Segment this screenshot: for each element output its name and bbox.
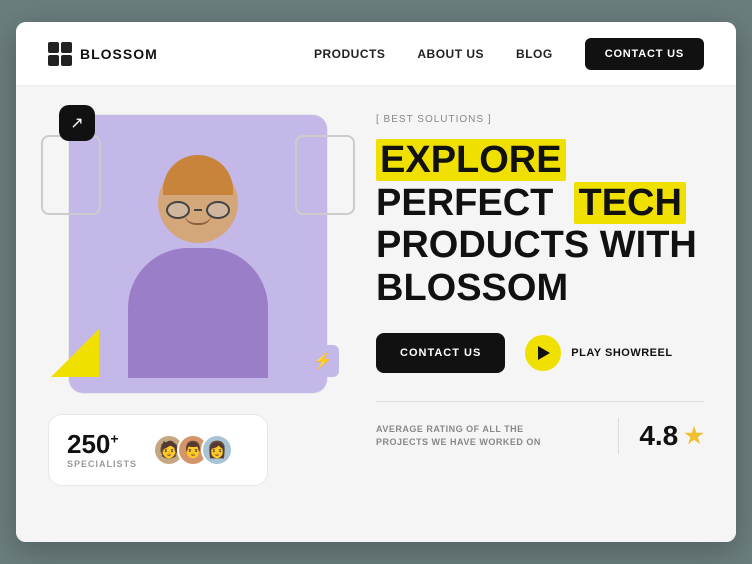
- arrow-icon: ↗: [70, 113, 83, 133]
- card-outline-right: [295, 135, 355, 215]
- hero-card-inner: [69, 115, 327, 393]
- logo-icon: [48, 42, 72, 66]
- hero-cta-button[interactable]: CONTACT US: [376, 333, 505, 373]
- person-head: [158, 163, 238, 243]
- person-hair: [163, 155, 233, 195]
- hero-card: ↗: [68, 114, 328, 394]
- play-circle[interactable]: [525, 335, 561, 371]
- headline-explore: EXPLORE: [376, 139, 566, 181]
- headline-perfect: PERFECT: [376, 182, 553, 224]
- arrow-button[interactable]: ↗: [59, 105, 95, 141]
- play-button-area[interactable]: PLAY SHOWREEL: [525, 335, 672, 371]
- headline-blossom: BLOSSOM: [376, 267, 568, 309]
- main-content: ↗: [16, 86, 736, 542]
- browser-window: BLOSSOM PRODUCTS ABOUT US BLOG CONTACT U…: [16, 22, 736, 542]
- logo-area: BLOSSOM: [48, 42, 158, 66]
- rating-value: 4.8 ★: [639, 420, 704, 452]
- nav-products[interactable]: PRODUCTS: [314, 47, 385, 61]
- divider-line: [376, 401, 704, 402]
- avatar-face-3: 👩: [203, 436, 231, 464]
- nav-about[interactable]: ABOUT US: [417, 47, 484, 61]
- navbar: BLOSSOM PRODUCTS ABOUT US BLOG CONTACT U…: [16, 22, 736, 86]
- rating-row: AVERAGE RATING OF ALL THE PROJECTS WE HA…: [376, 418, 704, 454]
- nav-links: PRODUCTS ABOUT US BLOG: [314, 47, 553, 61]
- person-figure: [108, 133, 288, 393]
- flash-badge: ⚡: [307, 345, 339, 377]
- tagline: [ BEST SOLUTIONS ]: [376, 114, 704, 125]
- headline-tech: TECH: [574, 182, 685, 224]
- headline-products: PRODUCTS WITH: [376, 224, 697, 266]
- rating-divider: [618, 418, 619, 454]
- flash-icon: ⚡: [313, 351, 333, 371]
- logo-text: BLOSSOM: [80, 46, 158, 62]
- nav-blog[interactable]: BLOG: [516, 47, 553, 61]
- stats-text: 250+ SPECIALISTS: [67, 431, 137, 469]
- avatar-group: 🧑 👨 👩: [153, 434, 233, 466]
- card-outline-left: [41, 135, 101, 215]
- stats-card: 250+ SPECIALISTS 🧑 👨 👩: [48, 414, 268, 486]
- rating-number: 4.8: [639, 420, 678, 452]
- hero-buttons: CONTACT US PLAY SHOWREEL: [376, 333, 704, 373]
- stat-label: SPECIALISTS: [67, 459, 137, 469]
- right-column: [ BEST SOLUTIONS ] EXPLORE PERFECT TECH …: [356, 86, 736, 542]
- person-body: [128, 248, 268, 378]
- play-label: PLAY SHOWREEL: [571, 347, 672, 359]
- hero-headline: EXPLORE PERFECT TECH PRODUCTS WITH BLOSS…: [376, 139, 704, 309]
- navbar-contact-button[interactable]: CONTACT US: [585, 38, 704, 70]
- left-column: ↗: [16, 86, 356, 542]
- avatar-3: 👩: [201, 434, 233, 466]
- glass-bridge: [194, 209, 202, 211]
- play-triangle-icon: [538, 346, 550, 360]
- stat-number: 250+: [67, 431, 137, 457]
- rating-description: AVERAGE RATING OF ALL THE PROJECTS WE HA…: [376, 423, 598, 450]
- person-smile: [184, 213, 212, 225]
- yellow-triangle: [51, 329, 99, 377]
- star-icon: ★: [684, 423, 704, 449]
